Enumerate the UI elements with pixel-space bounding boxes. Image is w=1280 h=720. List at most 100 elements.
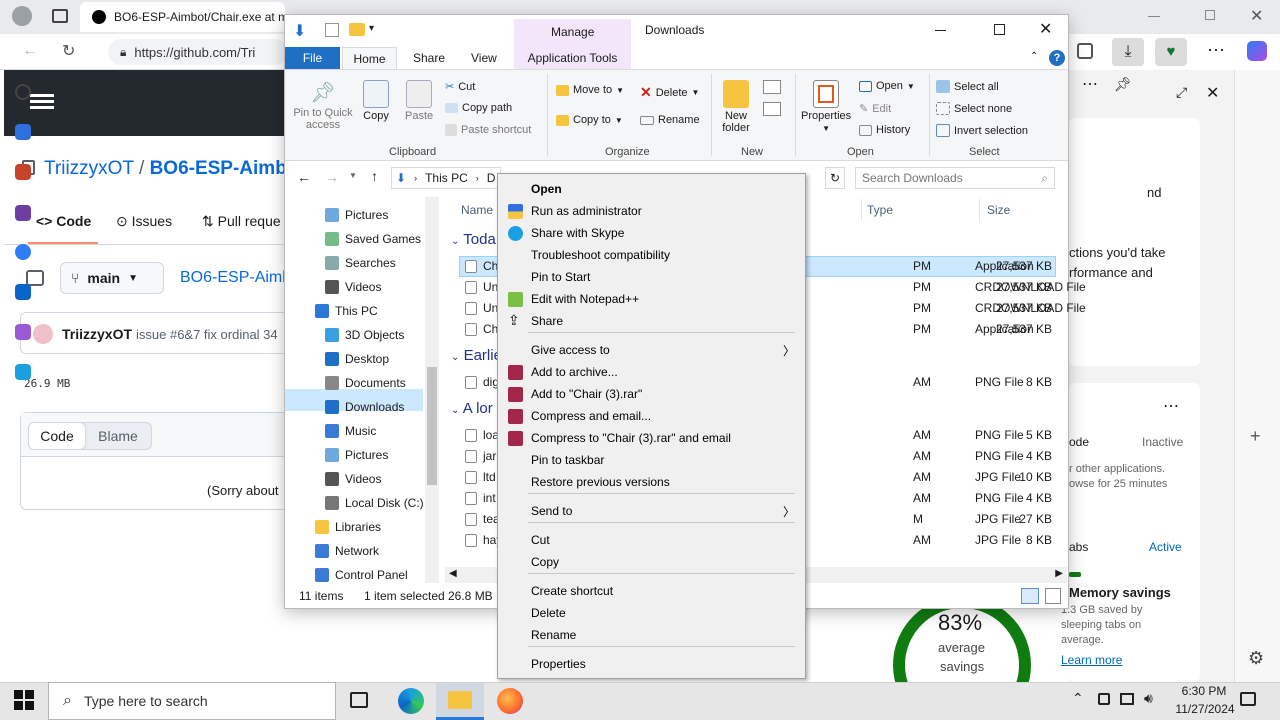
- outlook-icon[interactable]: [15, 284, 31, 300]
- nav-item-libraries[interactable]: Libraries: [315, 520, 381, 534]
- folder-qa-icon[interactable]: [349, 23, 365, 36]
- clock-time[interactable]: 6:30 PM: [1174, 684, 1234, 698]
- paste-button[interactable]: Paste: [405, 80, 433, 122]
- view-code-button[interactable]: Code: [28, 422, 86, 450]
- nav-scroll-thumb[interactable]: [427, 367, 437, 485]
- panel-more-icon[interactable]: ⋯: [1082, 74, 1098, 94]
- explorer-close-icon[interactable]: ✕: [1039, 19, 1052, 39]
- move-to-button[interactable]: Move to ▼: [556, 84, 624, 96]
- menu-item-rename[interactable]: Rename: [498, 624, 805, 646]
- tab-issues[interactable]: ⊙ Issues: [116, 213, 172, 230]
- address-this-pc[interactable]: This PC: [425, 171, 468, 185]
- properties-button[interactable]: Properties ▼: [801, 80, 851, 133]
- menu-item-properties[interactable]: Properties: [498, 653, 805, 675]
- pin-quick-access-button[interactable]: 📌︎ Pin to Quick access: [291, 80, 355, 131]
- explorer-maximize-icon[interactable]: [994, 24, 1005, 35]
- menu-item-send-to[interactable]: Send to 〉: [498, 500, 805, 522]
- delete-button[interactable]: ✕ Delete ▼: [640, 84, 699, 101]
- add-rail-icon[interactable]: +: [1250, 426, 1261, 447]
- menu-item-pin-to-taskbar[interactable]: Pin to taskbar: [498, 449, 805, 471]
- taskbar-search[interactable]: ⌕ Type here to search: [48, 682, 336, 720]
- easy-access-icon[interactable]: [763, 102, 781, 116]
- up-arrow-icon[interactable]: ↑: [371, 168, 378, 184]
- menu-item-share[interactable]: ⇪ Share: [498, 310, 805, 332]
- menu-item-create-shortcut[interactable]: Create shortcut: [498, 580, 805, 602]
- menu-item-copy[interactable]: Copy: [498, 551, 805, 573]
- nav-item-desktop[interactable]: Desktop: [325, 352, 389, 366]
- properties-qa-icon[interactable]: [325, 23, 339, 37]
- learn-more-link[interactable]: Learn more: [1061, 653, 1122, 667]
- nav-item-pictures[interactable]: Pictures: [325, 448, 388, 462]
- menu-item-open[interactable]: Open: [498, 178, 805, 200]
- clock-date[interactable]: 11/27/2024: [1168, 702, 1242, 716]
- repo-name-link[interactable]: BO6-ESP-Aimbo: [150, 158, 299, 179]
- open-button[interactable]: Open ▼: [859, 80, 915, 92]
- tools-icon[interactable]: [15, 164, 31, 180]
- recent-dropdown-icon[interactable]: ▼: [349, 171, 357, 180]
- menu-item-share-with-skype[interactable]: Share with Skype: [498, 222, 805, 244]
- tab-code[interactable]: <> Code: [36, 213, 91, 229]
- more-options-icon[interactable]: ⋯: [1207, 40, 1225, 61]
- nav-item-videos[interactable]: Videos: [325, 280, 381, 294]
- rename-button[interactable]: Rename: [640, 114, 700, 126]
- paste-shortcut-button[interactable]: Paste shortcut: [445, 124, 531, 136]
- repo-owner-link[interactable]: TriizzyxOT: [44, 158, 134, 179]
- hamburger-menu-icon[interactable]: [30, 94, 54, 97]
- menu-item-restore-previous-versions[interactable]: Restore previous versions: [498, 471, 805, 493]
- nav-item-pictures[interactable]: Pictures: [325, 208, 388, 222]
- tab-actions-icon[interactable]: [52, 9, 68, 23]
- profile-icon[interactable]: [12, 6, 32, 26]
- browser-tab[interactable]: BO6-ESP-Aimbot/Chair.exe at ma: [80, 2, 285, 32]
- volume-icon[interactable]: 🔊︎: [1144, 690, 1153, 707]
- explorer-minimize-icon[interactable]: [935, 30, 946, 31]
- group-today[interactable]: ⌄ Toda: [451, 231, 496, 248]
- help-icon[interactable]: ?: [1049, 50, 1065, 66]
- downloads-icon[interactable]: ⤓: [1112, 38, 1144, 66]
- performance-icon[interactable]: ♥: [1155, 38, 1187, 66]
- address-downloads[interactable]: D: [487, 171, 496, 185]
- panel-close-icon[interactable]: ✕: [1206, 83, 1219, 103]
- copy-to-button[interactable]: Copy to ▼: [556, 114, 623, 126]
- cut-button[interactable]: ✂ Cut: [445, 80, 475, 94]
- nav-item-this-pc[interactable]: This PC: [315, 304, 378, 318]
- refresh-icon[interactable]: ↻: [62, 41, 75, 61]
- view-tab[interactable]: View: [471, 51, 497, 65]
- scroll-left-icon[interactable]: ◀: [449, 568, 457, 579]
- copy-big-button[interactable]: Copy: [363, 80, 389, 122]
- ribbon-collapse-icon[interactable]: ⌃: [1030, 51, 1038, 62]
- firefox-taskbar-icon[interactable]: [497, 688, 523, 714]
- nav-item-searches[interactable]: Searches: [325, 256, 396, 270]
- show-hidden-icons[interactable]: ⌃: [1072, 690, 1084, 707]
- nav-item-documents[interactable]: Documents: [325, 376, 406, 390]
- games-icon[interactable]: [15, 205, 31, 221]
- qa-dropdown-icon[interactable]: ▾: [369, 23, 374, 34]
- edit-button[interactable]: ✎ Edit: [859, 102, 891, 116]
- edge-taskbar-icon[interactable]: [398, 688, 424, 714]
- shopping-icon[interactable]: [15, 124, 31, 140]
- network-icon[interactable]: [1120, 693, 1134, 705]
- nav-item-control-panel[interactable]: Control Panel: [315, 568, 408, 582]
- menu-item-edit-with-notepad[interactable]: Edit with Notepad++: [498, 288, 805, 310]
- notifications-icon[interactable]: [1240, 692, 1256, 706]
- application-tools-tab[interactable]: Application Tools: [514, 47, 631, 69]
- menu-item-cut[interactable]: Cut: [498, 529, 805, 551]
- view-blame-button[interactable]: Blame: [85, 423, 151, 449]
- nav-item-network[interactable]: Network: [315, 544, 379, 558]
- menu-item-add-to-archive[interactable]: Add to archive...: [498, 361, 805, 383]
- column-name[interactable]: Name: [461, 203, 493, 217]
- explorer-taskbar-button[interactable]: [436, 683, 484, 720]
- menu-item-delete[interactable]: Delete: [498, 602, 805, 624]
- new-folder-button[interactable]: New folder: [721, 80, 751, 134]
- refresh-address-icon[interactable]: ↻: [825, 167, 845, 189]
- search-icon[interactable]: [15, 84, 31, 100]
- select-none-button[interactable]: Select none: [936, 102, 1012, 115]
- task-view-icon[interactable]: [350, 692, 368, 708]
- history-button[interactable]: History: [859, 124, 910, 136]
- card-more-icon[interactable]: ⋯: [1163, 396, 1179, 416]
- collections-icon[interactable]: [1077, 43, 1093, 59]
- back-arrow-icon[interactable]: ←: [297, 169, 311, 185]
- group-long-ago[interactable]: ⌄ A lor: [451, 400, 493, 417]
- scroll-right-icon[interactable]: ▶: [1055, 568, 1063, 579]
- commit-message[interactable]: issue #6&7 fix ordinal 34: [136, 327, 284, 342]
- designer-icon[interactable]: [15, 324, 31, 340]
